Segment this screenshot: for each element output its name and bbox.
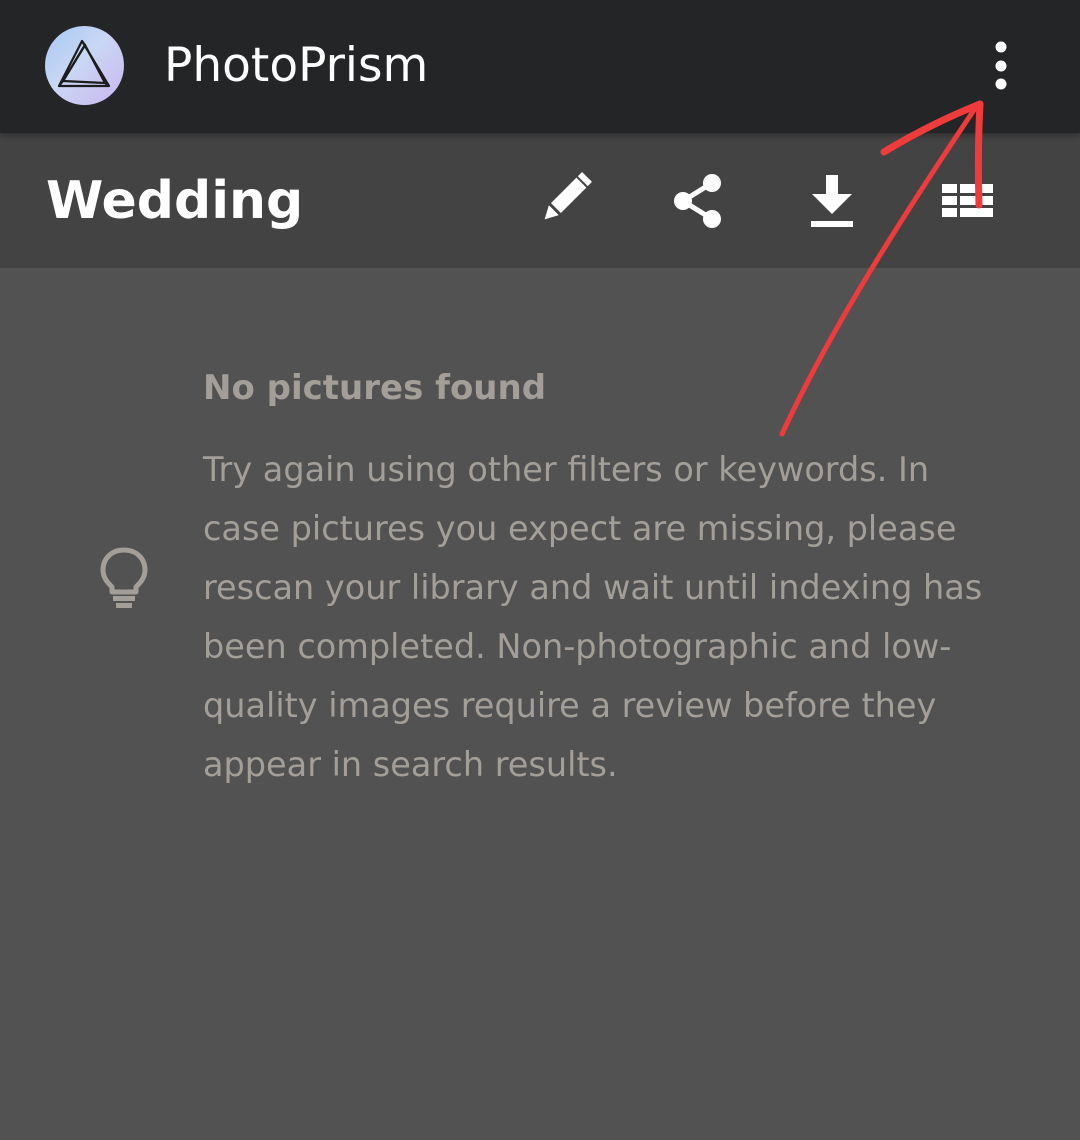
share-button[interactable]	[663, 166, 733, 236]
album-toolbar: Wedding	[0, 133, 1080, 268]
pencil-edit-icon	[544, 172, 592, 220]
download-button[interactable]	[797, 166, 867, 236]
empty-state-message: Try again using other filters or keyword…	[203, 450, 983, 784]
view-toggle-button[interactable]	[932, 166, 1002, 236]
photoprism-logo-icon[interactable]	[45, 26, 124, 105]
album-title: Wedding	[46, 171, 304, 231]
app-title: PhotoPrism	[164, 38, 429, 93]
view-list-icon	[942, 184, 993, 217]
more-vertical-icon[interactable]	[975, 36, 1027, 96]
app-bar: PhotoPrism	[0, 0, 1080, 133]
album-content: No pictures found Try again using other …	[0, 268, 1080, 1140]
share-icon	[674, 174, 721, 228]
download-icon	[811, 175, 853, 227]
lightbulb-icon	[98, 546, 150, 610]
edit-button[interactable]	[528, 166, 598, 236]
empty-state-title: No pictures found	[203, 368, 547, 408]
